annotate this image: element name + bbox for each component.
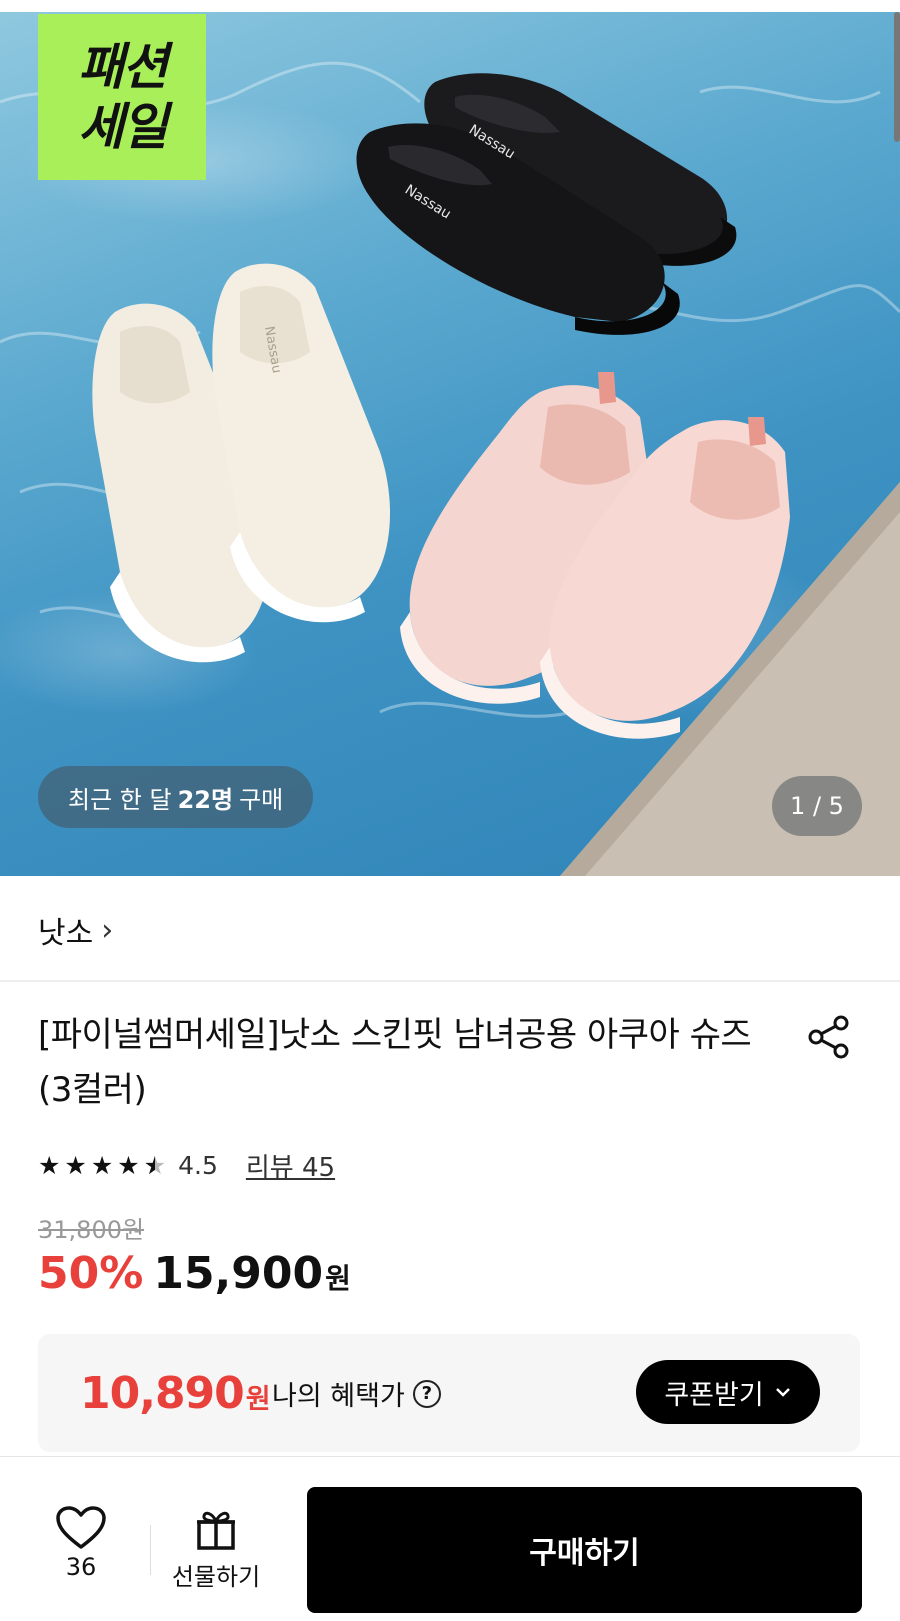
question-circle-icon[interactable]: ? (412, 1379, 441, 1408)
cream-shoe-pair: Nassau (92, 263, 390, 663)
price-row: 50% 15,900 원 (38, 1248, 351, 1299)
brand-link[interactable]: 낫소 › (38, 902, 113, 958)
coupon-button-label: 쿠폰받기 (664, 1379, 764, 1410)
sale-tag-line2: 세일 (78, 98, 168, 156)
heart-icon (56, 1506, 106, 1549)
rating-value: 4.5 (178, 1150, 218, 1180)
benefit-label-text: 나의 혜택가 (272, 1381, 405, 1412)
benefit-price-box: 10,890 원 나의 혜택가 ? 쿠폰받기 (38, 1334, 860, 1452)
black-shoe-pair: Nassau Nassau (356, 73, 737, 335)
benefit-label: 나의 혜택가 ? (272, 1374, 441, 1413)
like-count: 36 (65, 1553, 97, 1581)
star-icon: ★ (64, 1150, 87, 1180)
buyers-prefix: 최근 한 달 (68, 785, 172, 814)
buy-button[interactable]: 구매하기 (307, 1487, 862, 1613)
star-icon: ★ (90, 1150, 114, 1180)
star-icon: ★ (38, 1150, 61, 1180)
sale-price: 15,900 (153, 1248, 324, 1299)
recent-buyers-badge: 최근 한 달 22명 구매 (38, 766, 314, 828)
half-star-icon: ★ (144, 1153, 166, 1178)
benefit-price: 10,890 원 (80, 1368, 271, 1419)
benefit-price-value: 10,890 (80, 1368, 245, 1419)
fashion-sale-badge: 패션 세일 (38, 14, 206, 180)
scrollbar[interactable] (894, 12, 900, 142)
vertical-divider (150, 1525, 151, 1575)
gift-label: 선물하기 (171, 1563, 261, 1591)
benefit-price-unit: 원 (245, 1384, 271, 1415)
rating-row: ★ ★ ★ ★ ★ 4.5 리뷰 45 (38, 1145, 335, 1185)
star-icon: ★ (117, 1150, 140, 1180)
chevron-right-icon: › (101, 912, 114, 948)
share-icon[interactable] (806, 1014, 852, 1060)
chevron-down-icon (775, 1388, 790, 1397)
coupon-button[interactable]: 쿠폰받기 (636, 1360, 820, 1424)
product-title: [파이널썸머세일]낫소 스킨핏 남녀공용 아쿠아 슈즈(3컬러) (38, 1015, 752, 1110)
original-price: 31,800원 (38, 1216, 145, 1244)
sale-tag-line1: 패션 (78, 38, 168, 96)
brand-name: 낫소 (38, 916, 94, 951)
gift-button[interactable]: 선물하기 (168, 1507, 264, 1607)
review-link[interactable]: 리뷰 45 (246, 1147, 335, 1184)
like-button[interactable]: 36 (46, 1505, 116, 1605)
product-image-carousel[interactable]: Nassau Nassau Nassau 패션 세일 최근 한 달 22명 구매… (0, 12, 900, 876)
buyers-count: 22명 (177, 785, 234, 814)
section-divider (0, 980, 900, 982)
image-page-indicator: 1 / 5 (772, 776, 862, 836)
discount-rate: 50% (38, 1248, 144, 1299)
bottom-action-bar: 36 선물하기 구매하기 (0, 1456, 900, 1621)
gift-icon (197, 1511, 235, 1550)
buyers-suffix: 구매 (239, 785, 284, 814)
sale-price-unit: 원 (325, 1262, 351, 1295)
